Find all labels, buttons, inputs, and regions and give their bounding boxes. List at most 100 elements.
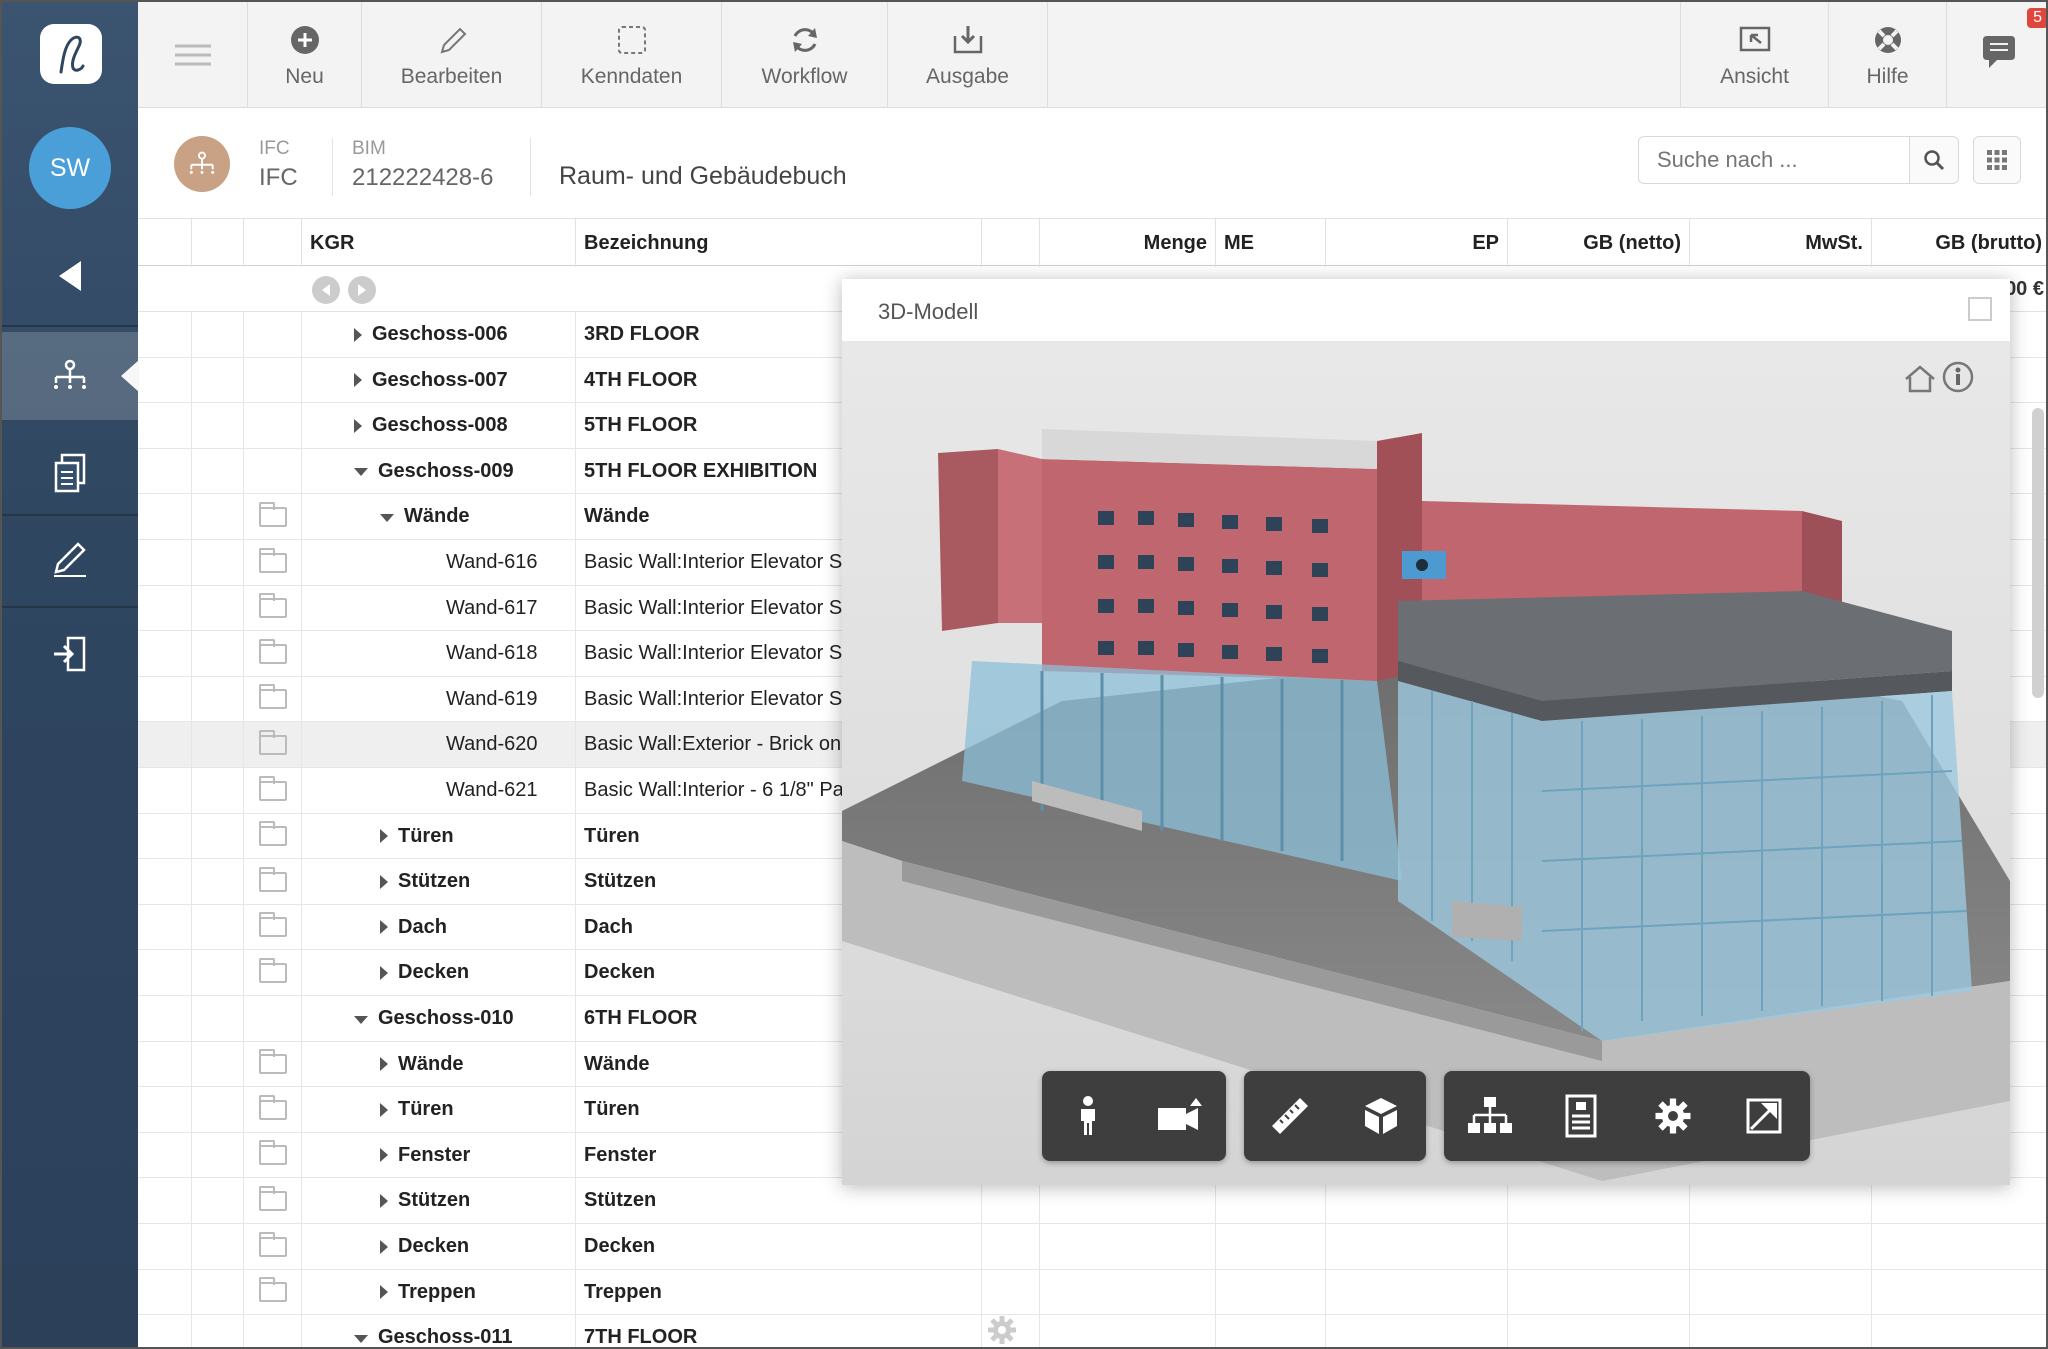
grid-view-button[interactable] xyxy=(1973,136,2021,184)
expanded-caret-icon[interactable] xyxy=(354,468,368,477)
bezeichnung-label: Stützen xyxy=(584,1189,657,1212)
collapsed-caret-icon[interactable] xyxy=(380,1148,388,1163)
collapsed-caret-icon[interactable] xyxy=(380,920,388,935)
sidebar-item-structure[interactable] xyxy=(2,332,139,420)
column-header-bezeichnung[interactable]: Bezeichnung xyxy=(576,219,982,267)
table-row[interactable]: Stützen Stützen xyxy=(138,1178,2046,1224)
main-toolbar: Neu Bearbeiten Kenndaten Workflow Ausgab… xyxy=(138,2,2046,108)
settings-button[interactable] xyxy=(1643,1086,1703,1146)
row-type-cell xyxy=(244,357,302,403)
menu-button[interactable] xyxy=(138,2,248,108)
table-cell xyxy=(192,904,244,950)
table-row[interactable]: Geschoss-011 7TH FLOOR xyxy=(138,1315,2046,1347)
collapse-sidebar-button[interactable] xyxy=(2,232,138,320)
fullscreen-button[interactable] xyxy=(1734,1086,1794,1146)
notifications-button[interactable]: 5 xyxy=(1946,2,2046,108)
collapsed-caret-icon[interactable] xyxy=(380,1102,388,1117)
collapsed-caret-icon[interactable] xyxy=(380,874,388,889)
table-cell xyxy=(138,676,192,722)
properties-button[interactable] xyxy=(1551,1086,1611,1146)
table-cell xyxy=(138,1087,192,1133)
user-avatar[interactable]: SW xyxy=(29,127,111,209)
row-type-cell xyxy=(244,403,302,449)
table-cell xyxy=(138,357,192,403)
table-cell xyxy=(138,1269,192,1315)
app-logo[interactable] xyxy=(40,24,102,84)
table-cell xyxy=(982,1178,1040,1224)
table-cell xyxy=(138,540,192,585)
collapsed-caret-icon[interactable] xyxy=(354,373,362,388)
expanded-caret-icon[interactable] xyxy=(354,1334,368,1343)
search-button[interactable] xyxy=(1909,136,1959,184)
previous-button[interactable] xyxy=(312,276,340,304)
collapsed-caret-icon[interactable] xyxy=(354,418,362,433)
vertical-scrollbar[interactable] xyxy=(2032,408,2044,698)
keydata-button[interactable]: Kenndaten xyxy=(542,2,722,108)
3d-viewport[interactable] xyxy=(842,341,2010,1185)
folder-icon xyxy=(258,1277,287,1303)
fullscreen-icon xyxy=(1746,1098,1782,1134)
table-cell xyxy=(138,722,192,768)
column-header-blank xyxy=(192,219,244,267)
edit-button[interactable]: Bearbeiten xyxy=(362,2,542,108)
workflow-button[interactable]: Workflow xyxy=(722,2,888,108)
measure-button[interactable] xyxy=(1260,1086,1320,1146)
next-button[interactable] xyxy=(348,276,376,304)
video-camera-icon xyxy=(1158,1098,1202,1130)
column-header-gb-brutto[interactable]: GB (brutto) xyxy=(1872,219,2046,267)
help-button[interactable]: Hilfe xyxy=(1828,2,1946,108)
new-button-label: Neu xyxy=(285,65,324,88)
output-button[interactable]: Ausgabe xyxy=(888,2,1048,108)
model-tree-button[interactable] xyxy=(1460,1086,1520,1146)
collapsed-caret-icon[interactable] xyxy=(380,829,388,844)
element-icon xyxy=(258,593,287,619)
bezeichnung-label: 5TH FLOOR EXHIBITION xyxy=(584,459,818,482)
collapsed-caret-icon[interactable] xyxy=(380,1285,388,1300)
search-input[interactable] xyxy=(1638,136,1910,184)
column-header-menge[interactable]: Menge xyxy=(1040,219,1216,267)
collapse-panel-button[interactable] xyxy=(1968,297,1992,321)
bezeichnung-label: Wände xyxy=(584,1052,650,1075)
walk-mode-button[interactable] xyxy=(1058,1086,1118,1146)
view-button[interactable]: Ansicht xyxy=(1680,2,1828,108)
gear-icon xyxy=(1655,1098,1691,1134)
column-header-kgr[interactable]: KGR xyxy=(302,219,576,267)
column-header-mwst[interactable]: MwSt. xyxy=(1690,219,1872,267)
collapsed-caret-icon[interactable] xyxy=(380,965,388,980)
expanded-caret-icon[interactable] xyxy=(354,1015,368,1024)
table-cell xyxy=(1040,1178,1216,1224)
table-header-row: KGR Bezeichnung Menge ME EP GB (netto) M… xyxy=(138,218,2046,267)
collapsed-caret-icon[interactable] xyxy=(354,327,362,342)
table-row[interactable]: Treppen Treppen xyxy=(138,1269,2046,1316)
table-cell xyxy=(192,996,244,1041)
table-cell xyxy=(138,494,192,540)
table-cell xyxy=(138,813,192,859)
collapsed-caret-icon[interactable] xyxy=(380,1193,388,1208)
expanded-caret-icon[interactable] xyxy=(380,513,394,522)
chat-bubble-icon xyxy=(1982,36,2015,68)
tools-toolbar xyxy=(1244,1071,1426,1161)
column-header-me[interactable]: ME xyxy=(1216,219,1326,267)
view-window-icon xyxy=(1739,26,1770,52)
sidebar-item-edit[interactable] xyxy=(2,514,138,602)
kgr-cell: Wand-621 xyxy=(302,768,576,813)
collapsed-caret-icon[interactable] xyxy=(380,1057,388,1072)
table-row[interactable]: Decken Decken xyxy=(138,1224,2046,1270)
gear-icon[interactable] xyxy=(986,1314,1018,1346)
sidebar-item-logout[interactable] xyxy=(2,610,138,698)
camera-button[interactable] xyxy=(1150,1086,1210,1146)
new-button[interactable]: Neu xyxy=(248,2,362,108)
kgr-cell: Wand-619 xyxy=(302,676,576,722)
collapsed-caret-icon[interactable] xyxy=(380,1239,388,1254)
folder-icon xyxy=(258,1049,287,1075)
column-header-ep[interactable]: EP xyxy=(1326,219,1508,267)
row-type-cell xyxy=(244,859,302,905)
table-cell xyxy=(138,996,192,1041)
section-box-button[interactable] xyxy=(1351,1086,1411,1146)
kgr-cell: Geschoss-009 xyxy=(302,448,576,494)
download-tray-icon xyxy=(953,26,982,54)
kgr-label: Wand-620 xyxy=(446,733,538,756)
column-header-gb-netto[interactable]: GB (netto) xyxy=(1508,219,1690,267)
sidebar-item-documents[interactable] xyxy=(2,430,138,518)
chevron-left-icon xyxy=(322,284,330,296)
